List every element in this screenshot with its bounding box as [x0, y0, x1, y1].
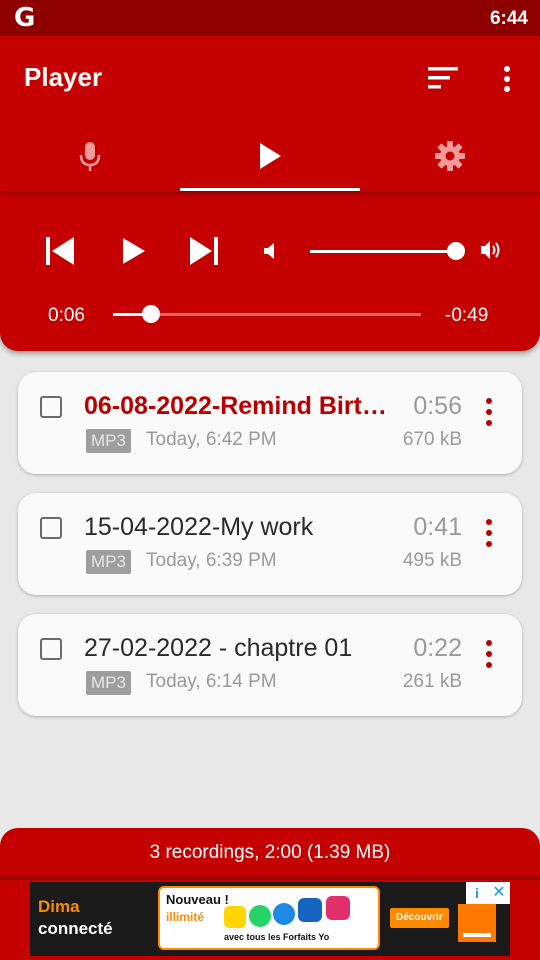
ad-bubble: Nouveau ! illimité avec tous les Forfait… [158, 886, 380, 950]
volume-thumb[interactable] [447, 242, 465, 260]
ad-brand: Dima connecté [38, 896, 113, 940]
footer-divider [0, 876, 540, 880]
google-icon: G [14, 3, 36, 33]
volume-track[interactable] [310, 250, 456, 253]
recording-duration: 0:56 [413, 392, 462, 420]
tab-bar [0, 124, 540, 191]
status-bar: G 6:44 [0, 0, 540, 36]
skip-next-icon[interactable] [188, 235, 220, 267]
social-apps-icon [224, 896, 350, 928]
tab-record[interactable] [0, 124, 180, 191]
remaining-time: -0:49 [445, 305, 489, 326]
recording-date: Today, 6:39 PM [146, 550, 277, 571]
recording-name: 15-04-2022-My work [84, 513, 314, 541]
format-badge: MP3 [86, 671, 131, 695]
play-button-icon[interactable] [120, 235, 148, 267]
tab-indicator [180, 188, 360, 191]
recording-size: 495 kB [402, 550, 462, 571]
gear-icon [435, 141, 465, 171]
sort-icon[interactable] [426, 65, 460, 91]
list-item[interactable]: 27-02-2022 - chaptre 01 0:22 MP3 Today, … [18, 614, 522, 716]
recording-name: 27-02-2022 - chaptre 01 [84, 634, 353, 662]
more-vert-icon[interactable] [484, 517, 494, 549]
more-vert-icon[interactable] [484, 396, 494, 428]
recordings-summary: 3 recordings, 2:00 (1.39 MB) [149, 842, 391, 863]
recording-duration: 0:41 [413, 513, 462, 541]
ad-headline: Nouveau ! [166, 892, 229, 907]
app-bar: Player [0, 36, 540, 191]
recording-size: 670 kB [402, 429, 462, 450]
microphone-icon [79, 142, 101, 171]
orange-logo-icon [458, 904, 496, 942]
recording-date: Today, 6:14 PM [146, 671, 277, 692]
ad-highlight: illimité [166, 910, 205, 924]
recording-date: Today, 6:42 PM [146, 429, 277, 450]
select-checkbox[interactable] [40, 638, 62, 660]
progress-thumb[interactable] [142, 305, 160, 323]
skip-previous-icon[interactable] [44, 235, 76, 267]
select-checkbox[interactable] [40, 396, 62, 418]
tab-settings[interactable] [360, 124, 540, 191]
player-panel: 0:06 -0:49 [0, 191, 540, 351]
ad-brand-line1: Dima [38, 897, 80, 916]
elapsed-time: 0:06 [48, 305, 85, 326]
ad-subtext: avec tous les Forfaits Yo [224, 932, 330, 942]
ad-cta-button[interactable]: Découvrir [390, 908, 449, 928]
format-badge: MP3 [86, 429, 131, 453]
volume-high-icon [481, 241, 500, 259]
recording-size: 261 kB [402, 671, 462, 692]
list-item[interactable]: 15-04-2022-My work 0:41 MP3 Today, 6:39 … [18, 493, 522, 595]
tab-player[interactable] [180, 124, 360, 191]
play-icon [260, 143, 281, 169]
format-badge: MP3 [86, 550, 131, 574]
list-item[interactable]: 06-08-2022-Remind Birthday 0:56 MP3 Toda… [18, 372, 522, 474]
more-vert-icon[interactable] [497, 65, 517, 93]
ad-close-icon[interactable]: ✕ [488, 882, 510, 904]
recording-name: 06-08-2022-Remind Birthday [84, 392, 402, 420]
progress-remaining[interactable] [151, 313, 421, 316]
recording-duration: 0:22 [413, 634, 462, 662]
select-checkbox[interactable] [40, 517, 62, 539]
volume-low-icon [264, 243, 274, 259]
ad-banner[interactable]: Dima connecté Nouveau ! illimité avec to… [30, 882, 510, 956]
ad-choices-icon[interactable]: i [466, 882, 488, 904]
more-vert-icon[interactable] [484, 638, 494, 670]
page-title: Player [24, 62, 103, 92]
status-clock: 6:44 [489, 8, 528, 29]
ad-brand-line2: connecté [38, 919, 113, 938]
